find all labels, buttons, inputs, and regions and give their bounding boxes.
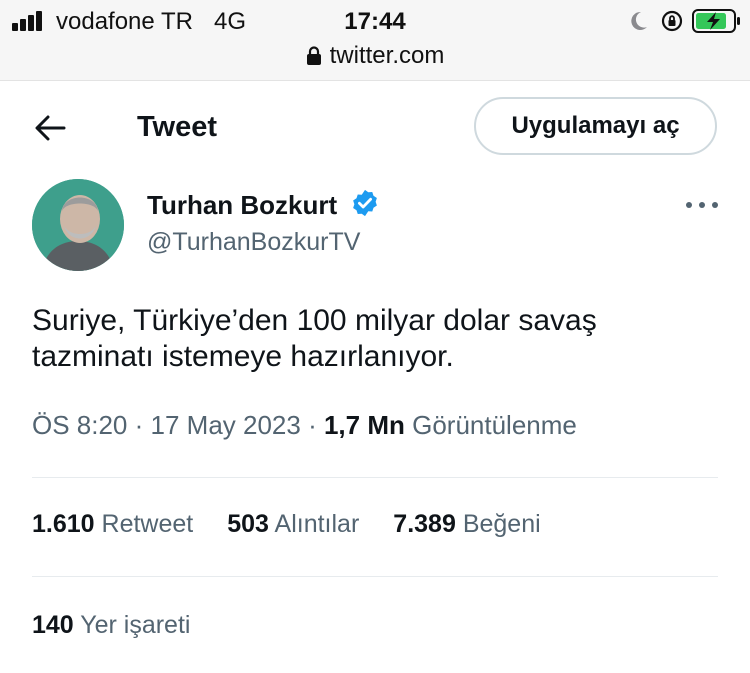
author-handle[interactable]: @TurhanBozkurTV — [147, 228, 360, 257]
divider — [32, 576, 718, 577]
moon-icon — [631, 11, 647, 30]
likes-count: 7.389 — [393, 510, 456, 538]
arrow-left-icon[interactable] — [34, 114, 66, 142]
retweets-stat[interactable]: 1.610 Retweet — [32, 510, 193, 539]
meta-separator: · — [300, 410, 324, 440]
battery-charging-icon — [692, 9, 740, 33]
rotation-lock-icon — [661, 10, 683, 32]
bookmarks-count: 140 — [32, 611, 74, 639]
retweets-count: 1.610 — [32, 510, 95, 538]
tweet-text-line: tazminatı istemeye hazırlanıyor. — [32, 340, 454, 373]
quotes-count: 503 — [227, 510, 269, 538]
engagement-stats: 1.610 Retweet 503 Alıntılar 7.389 Beğeni — [32, 510, 575, 539]
divider — [32, 477, 718, 478]
tweet-time[interactable]: ÖS 8:20 — [32, 410, 127, 440]
more-horizontal-icon[interactable] — [686, 200, 718, 210]
quotes-stat[interactable]: 503 Alıntılar — [227, 510, 359, 539]
tweet-meta: ÖS 8:20 · 17 May 2023 · 1,7 Mn Görüntüle… — [32, 410, 577, 441]
author-name-text: Turhan Bozkurt — [147, 190, 338, 220]
address-bar[interactable]: twitter.com — [0, 42, 750, 70]
bookmarks-label: Yer işareti — [80, 611, 191, 639]
retweets-label: Retweet — [101, 510, 194, 538]
likes-stat[interactable]: 7.389 Beğeni — [393, 510, 540, 539]
tweet-text-line: Suriye, Türkiye’den 100 milyar dolar sav… — [32, 304, 597, 337]
bookmarks-stat[interactable]: 140 Yer işareti — [32, 611, 190, 640]
page-title: Tweet — [137, 111, 218, 143]
meta-separator: · — [127, 410, 151, 440]
tweet-date[interactable]: 17 May 2023 — [151, 410, 301, 440]
author-name[interactable]: Turhan Bozkurt — [147, 188, 380, 221]
avatar[interactable] — [32, 179, 124, 271]
tweet-text: Suriye, Türkiye’den 100 milyar dolar sav… — [32, 303, 722, 375]
open-app-button[interactable]: Uygulamayı aç — [474, 97, 717, 155]
url-text: twitter.com — [329, 42, 445, 69]
lock-icon — [306, 46, 321, 65]
views-label: Görüntülenme — [412, 410, 577, 440]
likes-label: Beğeni — [462, 510, 541, 538]
quotes-label: Alıntılar — [274, 510, 360, 538]
views-count: 1,7 Mn — [323, 410, 405, 440]
verified-badge-icon — [353, 189, 378, 217]
status-bar: vodafone TR 4G 17:44 twitter.com — [0, 0, 750, 81]
